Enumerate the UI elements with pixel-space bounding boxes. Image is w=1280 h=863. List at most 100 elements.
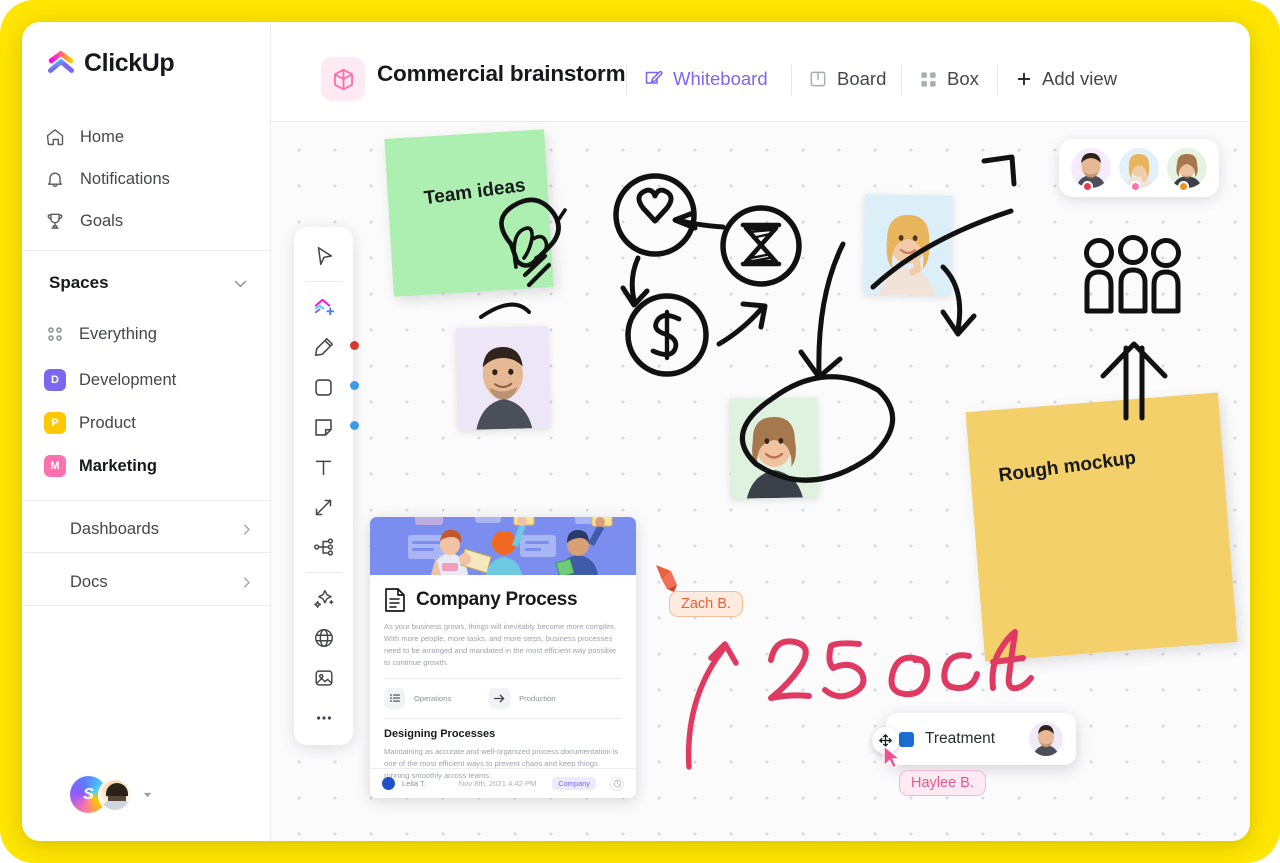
sidebar-item-development[interactable]: D Development (44, 364, 249, 396)
sidebar-item-goals[interactable]: Goals (44, 204, 249, 238)
sidebar-item-notifications[interactable]: Notifications (44, 162, 249, 196)
ellipsis-icon (316, 716, 331, 720)
spaces-header[interactable]: Spaces (49, 273, 249, 293)
rectangle-tool[interactable] (303, 367, 359, 407)
header-divider-1 (626, 65, 627, 95)
document-chip-production[interactable]: Production (489, 687, 556, 709)
yellow-frame: ClickUp Home Notifications Goals Spaces … (0, 0, 1280, 863)
box-grid-icon (921, 71, 936, 87)
sticky-note[interactable]: Rough mockup (965, 392, 1238, 662)
document-footer: Leila T. Nov 8th, 2021 4:42 PM Company (370, 768, 636, 798)
trophy-icon (44, 210, 66, 232)
sidebar-item-home[interactable]: Home (44, 120, 249, 154)
space-badge: M (44, 455, 66, 477)
sticky-note-text: Team ideas (422, 175, 527, 210)
header-divider-4 (997, 65, 998, 95)
connector-tool[interactable] (303, 487, 345, 527)
sidebar-item-docs[interactable]: Docs (44, 565, 254, 599)
document-title: Company Process (416, 589, 578, 610)
avatar[interactable] (98, 777, 132, 812)
photo-cutout[interactable] (729, 397, 819, 499)
add-view-button[interactable]: Add view (1015, 62, 1117, 96)
people-illustration (370, 517, 636, 575)
sidebar-item-dashboards[interactable]: Dashboards (44, 512, 254, 546)
treatment-label: Treatment (925, 730, 996, 747)
connector-icon (315, 499, 332, 515)
chevron-down-icon (234, 280, 247, 287)
space-badge: P (44, 412, 66, 434)
document-subtitle: Designing Processes (384, 727, 496, 740)
mindmap-icon (313, 538, 333, 556)
tab-box[interactable]: Box (919, 62, 979, 96)
user-account-row[interactable]: S (70, 776, 154, 813)
text-tool[interactable] (303, 447, 345, 487)
clickup-logo[interactable]: ClickUp (48, 49, 175, 78)
document-chip-operations[interactable]: Operations (384, 687, 451, 709)
arrow-doodle (620, 255, 650, 308)
pen-color-indicator (349, 341, 359, 350)
mindmap-tool[interactable] (303, 527, 345, 567)
globe-icon (314, 629, 333, 647)
treatment-card[interactable]: Treatment (872, 713, 1076, 765)
people-group-doodle (1084, 235, 1181, 314)
arrow-doodle (716, 301, 768, 347)
pen-marker-tool[interactable] (303, 327, 359, 367)
list-icon (384, 687, 405, 709)
image-tool[interactable] (303, 658, 345, 698)
collaborator-3[interactable] (1167, 148, 1207, 192)
brand-name: ClickUp (84, 49, 175, 77)
whiteboard-canvas[interactable]: Team ideas Rough mockup Company Process … (271, 122, 1250, 841)
tab-label: Whiteboard (673, 68, 768, 89)
arrow-doodle (672, 210, 726, 231)
sidebar-divider-4 (22, 605, 271, 606)
magic-ai-tool[interactable] (303, 578, 345, 618)
more-tools[interactable] (303, 698, 345, 738)
web-embed-tool[interactable] (303, 618, 345, 658)
marker-icon (314, 337, 333, 357)
cursor-icon (317, 246, 332, 266)
collaborator-avatar-stack[interactable] (1059, 139, 1219, 197)
box-3d-icon (321, 57, 365, 101)
whiteboard-toolbar (294, 227, 359, 745)
document-heading-row: Company Process (384, 587, 622, 613)
grid-dots-icon (44, 326, 66, 342)
chip-label: Production (519, 693, 556, 703)
person-photo (729, 397, 819, 499)
header-divider-2 (791, 65, 792, 95)
sidebar-item-product[interactable]: P Product (44, 407, 249, 439)
document-paragraph: As your business grows, things will inev… (384, 622, 617, 667)
chevron-down-icon[interactable] (141, 788, 154, 801)
status-dot (1130, 181, 1141, 192)
app-window: ClickUp Home Notifications Goals Spaces … (22, 22, 1250, 841)
history-icon[interactable] (610, 776, 624, 791)
collaborator-2[interactable] (1119, 148, 1159, 192)
avatar-hair (106, 782, 128, 796)
clickup-logo-icon (48, 50, 74, 73)
select-cursor-tool[interactable] (303, 236, 345, 276)
space-label: Marketing (79, 456, 157, 475)
tab-label: Box (947, 68, 979, 89)
spaces-title: Spaces (49, 273, 109, 292)
whiteboard-icon (645, 70, 663, 84)
sidebar: ClickUp Home Notifications Goals Spaces … (22, 22, 271, 841)
bell-icon (44, 168, 66, 190)
cursor-label-haylee: Haylee B. (899, 770, 986, 796)
tab-board[interactable]: Board (808, 62, 886, 96)
status-dot (1178, 181, 1189, 192)
sidebar-item-marketing[interactable]: M Marketing (44, 450, 249, 482)
sticky-note-tool[interactable] (303, 407, 359, 447)
home-icon (44, 126, 66, 148)
document-card[interactable]: Company Process As your business grows, … (370, 517, 636, 798)
photo-cutout[interactable] (863, 194, 953, 296)
status-badge: Company (552, 777, 596, 790)
avatar[interactable] (1029, 722, 1063, 756)
collaborator-1[interactable] (1071, 148, 1111, 192)
cursor-label-zach: Zach B. (669, 591, 743, 617)
document-divider (384, 717, 622, 719)
shapes-add-tool[interactable] (303, 287, 345, 327)
sidebar-item-everything[interactable]: Everything (44, 318, 249, 350)
sticky-note[interactable]: Team ideas (384, 129, 554, 297)
tab-whiteboard[interactable]: Whiteboard (643, 62, 768, 96)
photo-cutout[interactable] (455, 325, 551, 431)
space-badge: D (44, 369, 66, 391)
